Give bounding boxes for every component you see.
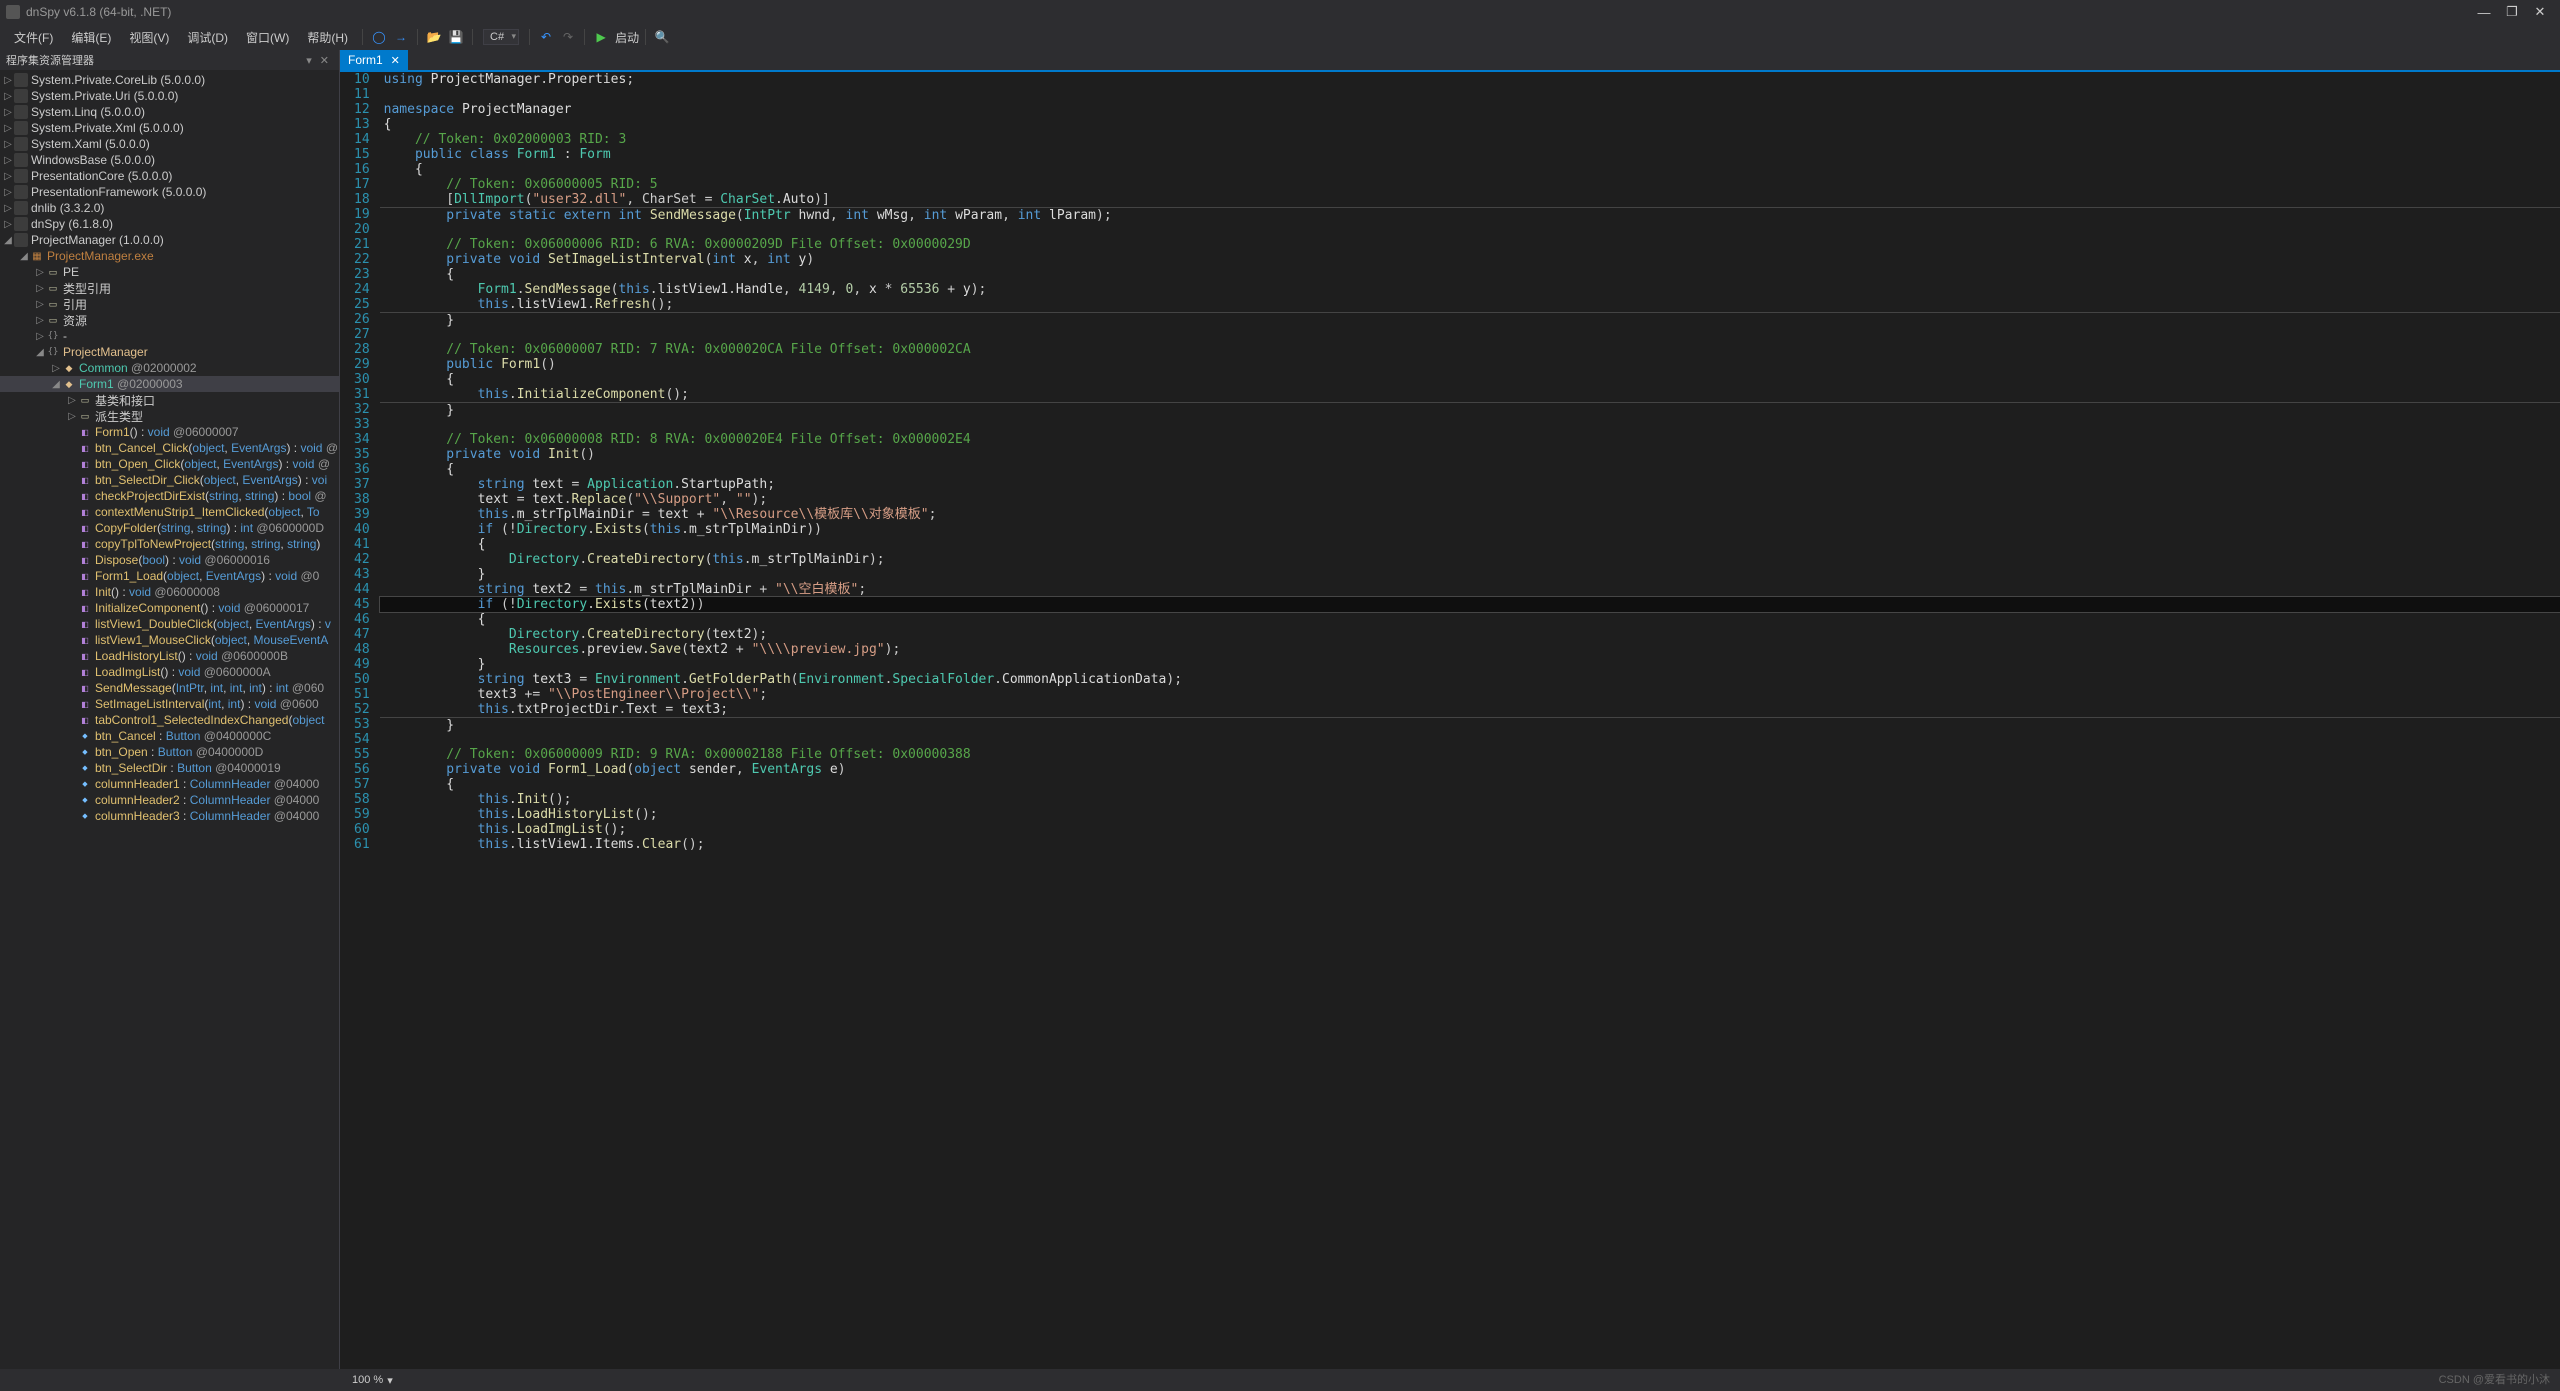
tree-row[interactable]: ▷引用 [0,296,339,312]
menu-bar: 文件(F) 编辑(E) 视图(V) 调试(D) 窗口(W) 帮助(H) ◯ → … [0,24,2560,50]
tree-row[interactable]: ▷System.Xaml (5.0.0.0) [0,136,339,152]
tree-row[interactable]: SendMessage(IntPtr, int, int, int) : int… [0,680,339,696]
tab-close-icon[interactable]: ✕ [391,54,400,67]
tree-row[interactable]: ▷类型引用 [0,280,339,296]
menu-view[interactable]: 视图(V) [121,27,177,48]
minimize-button[interactable]: — [2470,5,2498,20]
tree-row[interactable]: ▷资源 [0,312,339,328]
menu-help[interactable]: 帮助(H) [299,27,356,48]
tree-row[interactable]: btn_SelectDir : Button @04000019 [0,760,339,776]
tree-row[interactable]: ◢ProjectManager.exe [0,248,339,264]
code-text[interactable]: using ProjectManager.Properties; namespa… [380,72,2560,1369]
tree-row[interactable]: btn_SelectDir_Click(object, EventArgs) :… [0,472,339,488]
tree-row[interactable]: columnHeader3 : ColumnHeader @04000 [0,808,339,824]
tree-row[interactable]: ▷PresentationFramework (5.0.0.0) [0,184,339,200]
menu-debug[interactable]: 调试(D) [179,27,236,48]
tree-row[interactable]: LoadHistoryList() : void @0600000B [0,648,339,664]
watermark: CSDN @爱看书的小沐 [2439,1371,2550,1387]
start-label[interactable]: 启动 [615,29,639,46]
tree-row[interactable]: btn_Cancel_Click(object, EventArgs) : vo… [0,440,339,456]
tree-row[interactable]: ▷System.Private.CoreLib (5.0.0.0) [0,72,339,88]
tree-row[interactable]: Dispose(bool) : void @06000016 [0,552,339,568]
tree-row[interactable]: ▷WindowsBase (5.0.0.0) [0,152,339,168]
save-icon[interactable]: 💾 [446,27,466,47]
code-editor[interactable]: 1011121314151617181920212223242526272829… [340,72,2560,1369]
tree-row[interactable]: Form1_Load(object, EventArgs) : void @0 [0,568,339,584]
zoom-level[interactable]: 100 % [352,1374,383,1386]
tree-row[interactable]: ▷System.Private.Xml (5.0.0.0) [0,120,339,136]
status-bar: 100 % ▾ [0,1369,2560,1391]
tree-row[interactable]: tabControl1_SelectedIndexChanged(object [0,712,339,728]
language-combo[interactable]: C# [483,29,519,45]
tree-row[interactable]: btn_Open_Click(object, EventArgs) : void… [0,456,339,472]
tree-row[interactable]: btn_Cancel : Button @0400000C [0,728,339,744]
nav-forward-icon[interactable]: → [391,27,411,47]
tree-row[interactable]: ▷System.Private.Uri (5.0.0.0) [0,88,339,104]
menu-window[interactable]: 窗口(W) [238,27,297,48]
menu-file[interactable]: 文件(F) [6,27,61,48]
search-icon[interactable]: 🔍 [652,27,672,47]
start-icon[interactable]: ▶ [591,27,611,47]
tree-row[interactable]: columnHeader1 : ColumnHeader @04000 [0,776,339,792]
app-icon [6,5,20,19]
assembly-explorer-panel: 程序集资源管理器 ▾ ✕ ▷System.Private.CoreLib (5.… [0,50,340,1369]
tree-row[interactable]: ▷Common @02000002 [0,360,339,376]
redo-icon[interactable]: ↷ [558,27,578,47]
tree-row[interactable]: ▷PresentationCore (5.0.0.0) [0,168,339,184]
title-bar: dnSpy v6.1.8 (64-bit, .NET) — ❐ ✕ [0,0,2560,24]
maximize-button[interactable]: ❐ [2498,4,2526,20]
tree-row[interactable]: checkProjectDirExist(string, string) : b… [0,488,339,504]
nav-back-icon[interactable]: ◯ [369,27,389,47]
zoom-dropdown-icon[interactable]: ▾ [387,1374,393,1387]
tree-row[interactable]: ▷dnlib (3.3.2.0) [0,200,339,216]
panel-close-icon[interactable]: ✕ [316,54,333,67]
panel-dropdown-icon[interactable]: ▾ [302,54,316,67]
tree-row[interactable]: Form1() : void @06000007 [0,424,339,440]
tree-row[interactable]: CopyFolder(string, string) : int @060000… [0,520,339,536]
menu-edit[interactable]: 编辑(E) [63,27,119,48]
undo-icon[interactable]: ↶ [536,27,556,47]
open-icon[interactable]: 📂 [424,27,444,47]
tab-label: Form1 [348,53,383,67]
tree-row[interactable]: contextMenuStrip1_ItemClicked(object, To [0,504,339,520]
tree-row[interactable]: btn_Open : Button @0400000D [0,744,339,760]
editor-tabs: Form1 ✕ [340,50,2560,72]
tree-row[interactable]: InitializeComponent() : void @06000017 [0,600,339,616]
assembly-tree[interactable]: ▷System.Private.CoreLib (5.0.0.0)▷System… [0,70,339,1369]
tab-form1[interactable]: Form1 ✕ [340,50,408,70]
tree-row[interactable]: ▷System.Linq (5.0.0.0) [0,104,339,120]
tree-row[interactable]: Init() : void @06000008 [0,584,339,600]
tree-row[interactable]: LoadImgList() : void @0600000A [0,664,339,680]
tree-row[interactable]: copyTplToNewProject(string, string, stri… [0,536,339,552]
window-title: dnSpy v6.1.8 (64-bit, .NET) [26,5,171,19]
close-button[interactable]: ✕ [2526,4,2554,20]
tree-row[interactable]: ◢ProjectManager (1.0.0.0) [0,232,339,248]
tree-row[interactable]: ◢ProjectManager [0,344,339,360]
tree-row[interactable]: listView1_MouseClick(object, MouseEventA [0,632,339,648]
tree-row[interactable]: ▷PE [0,264,339,280]
tree-row[interactable]: SetImageListInterval(int, int) : void @0… [0,696,339,712]
tree-row[interactable]: ▷基类和接口 [0,392,339,408]
tree-row[interactable]: ◢Form1 @02000003 [0,376,339,392]
tree-row[interactable]: listView1_DoubleClick(object, EventArgs)… [0,616,339,632]
line-gutter: 1011121314151617181920212223242526272829… [340,72,380,1369]
panel-title: 程序集资源管理器 [6,52,94,68]
tree-row[interactable]: ▷dnSpy (6.1.8.0) [0,216,339,232]
editor-area: Form1 ✕ 10111213141516171819202122232425… [340,50,2560,1369]
tree-row[interactable]: ▷- [0,328,339,344]
tree-row[interactable]: columnHeader2 : ColumnHeader @04000 [0,792,339,808]
tree-row[interactable]: ▷派生类型 [0,408,339,424]
